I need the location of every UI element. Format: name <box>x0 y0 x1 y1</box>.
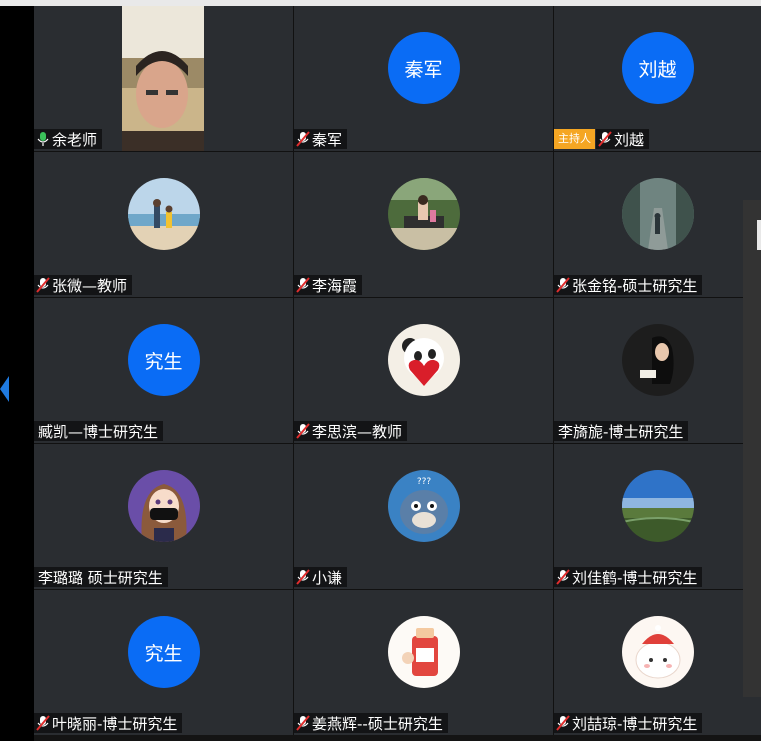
participant-tile[interactable]: 李思滨—教师 <box>294 298 553 443</box>
avatar: 究生 <box>127 616 200 688</box>
beach-photo-icon <box>127 178 200 250</box>
participant-name: 余老师 <box>52 130 98 149</box>
participant-tile[interactable]: 张微—教师 <box>34 152 293 297</box>
participant-name: 姜燕辉--硕士研究生 <box>312 714 443 733</box>
avatar: 秦军 <box>387 32 460 104</box>
participant-name-label: 小谦 <box>294 567 348 587</box>
landscape-photo-icon <box>621 470 694 542</box>
participant-tile[interactable]: 李海霞 <box>294 152 553 297</box>
mic-muted-icon <box>296 277 310 293</box>
video-feed <box>122 6 204 151</box>
participant-tile[interactable]: 李旖旎-博士研究生 <box>554 298 761 443</box>
participant-tile[interactable]: ??? 小谦 <box>294 444 553 589</box>
participant-name-label: 秦军 <box>294 129 348 149</box>
previous-page-arrow-icon[interactable] <box>0 376 9 402</box>
participant-name: 刘喆琼-博士研究生 <box>572 714 698 733</box>
participant-name: 刘佳鹤-博士研究生 <box>572 568 698 587</box>
cute-bunny-icon <box>621 616 694 688</box>
drink-cup-icon <box>387 616 460 688</box>
participant-tile[interactable]: 余老师 <box>34 6 293 151</box>
panda-heart-icon <box>387 324 460 396</box>
participant-name-label: 刘佳鹤-博士研究生 <box>554 567 703 587</box>
participant-name: 秦军 <box>312 130 343 149</box>
mic-muted-icon <box>296 569 310 585</box>
participant-name-label: 李海霞 <box>294 275 363 295</box>
mic-muted-icon <box>556 569 570 585</box>
participant-name-label: 李璐璐 硕士研究生 <box>34 567 168 587</box>
participant-tile[interactable]: 究生 叶晓丽-博士研究生 <box>34 590 293 735</box>
mic-muted-icon <box>556 277 570 293</box>
participant-name-label: 张金铭-硕士研究生 <box>554 275 703 295</box>
participant-name-label: 张微—教师 <box>34 275 133 295</box>
forest-walk-photo-icon <box>621 178 694 250</box>
mic-muted-icon <box>296 131 310 147</box>
avatar: 究生 <box>127 324 200 396</box>
participant-tile[interactable]: 刘越 主持人 刘越 <box>554 6 761 151</box>
participant-tile[interactable]: 姜燕辉--硕士研究生 <box>294 590 553 735</box>
right-panel-edge <box>743 200 761 697</box>
participant-tile[interactable]: 张金铭-硕士研究生 <box>554 152 761 297</box>
participant-name: 臧凯—博士研究生 <box>38 422 159 441</box>
participant-grid: 余老师 秦军 秦军 刘越 主持人 刘越 张微—教师 李海霞 张金铭-硕士研究生 … <box>34 6 761 735</box>
participant-tile[interactable]: 究生 臧凯—博士研究生 <box>34 298 293 443</box>
anime-girl-icon <box>127 470 200 542</box>
participant-name-label: 叶晓丽-博士研究生 <box>34 713 183 733</box>
svg-text:???: ??? <box>416 477 431 487</box>
participant-name-label: 余老师 <box>34 129 103 149</box>
participant-name-label: 李思滨—教师 <box>294 421 408 441</box>
mic-muted-icon <box>36 277 50 293</box>
participant-name: 李思滨—教师 <box>312 422 403 441</box>
mic-muted-icon <box>296 423 310 439</box>
participant-name-label: 李旖旎-博士研究生 <box>554 421 689 441</box>
avatar: 刘越 <box>621 32 694 104</box>
mic-muted-icon <box>598 131 612 147</box>
mic-muted-icon <box>36 715 50 731</box>
participant-name: 刘越 <box>614 130 645 149</box>
participant-tile[interactable]: 刘喆琼-博士研究生 <box>554 590 761 735</box>
participant-name: 叶晓丽-博士研究生 <box>52 714 178 733</box>
mic-active-icon <box>37 132 49 146</box>
participant-name: 李璐璐 硕士研究生 <box>38 568 163 587</box>
participant-name: 李旖旎-博士研究生 <box>558 422 684 441</box>
garden-photo-icon <box>387 178 460 250</box>
participant-name-label: 臧凯—博士研究生 <box>34 421 164 441</box>
panel-handle[interactable] <box>757 220 761 250</box>
participant-tile[interactable]: 刘佳鹤-博士研究生 <box>554 444 761 589</box>
mic-muted-icon <box>296 715 310 731</box>
participant-name: 李海霞 <box>312 276 358 295</box>
participant-name: 张金铭-硕士研究生 <box>572 276 698 295</box>
participant-name: 张微—教师 <box>52 276 128 295</box>
mic-muted-icon <box>556 715 570 731</box>
reading-woman-photo-icon <box>621 324 694 396</box>
participant-name-label: 刘越 <box>596 129 650 149</box>
participant-name: 小谦 <box>312 568 343 587</box>
participant-name-label: 姜燕辉--硕士研究生 <box>294 713 448 733</box>
left-sidebar-strip <box>0 6 34 741</box>
participant-tile[interactable]: 秦军 秦军 <box>294 6 553 151</box>
cartoon-cat-icon: ??? <box>387 470 460 542</box>
host-badge: 主持人 <box>554 129 595 149</box>
participant-name-label: 刘喆琼-博士研究生 <box>554 713 703 733</box>
participant-tile[interactable]: 李璐璐 硕士研究生 <box>34 444 293 589</box>
